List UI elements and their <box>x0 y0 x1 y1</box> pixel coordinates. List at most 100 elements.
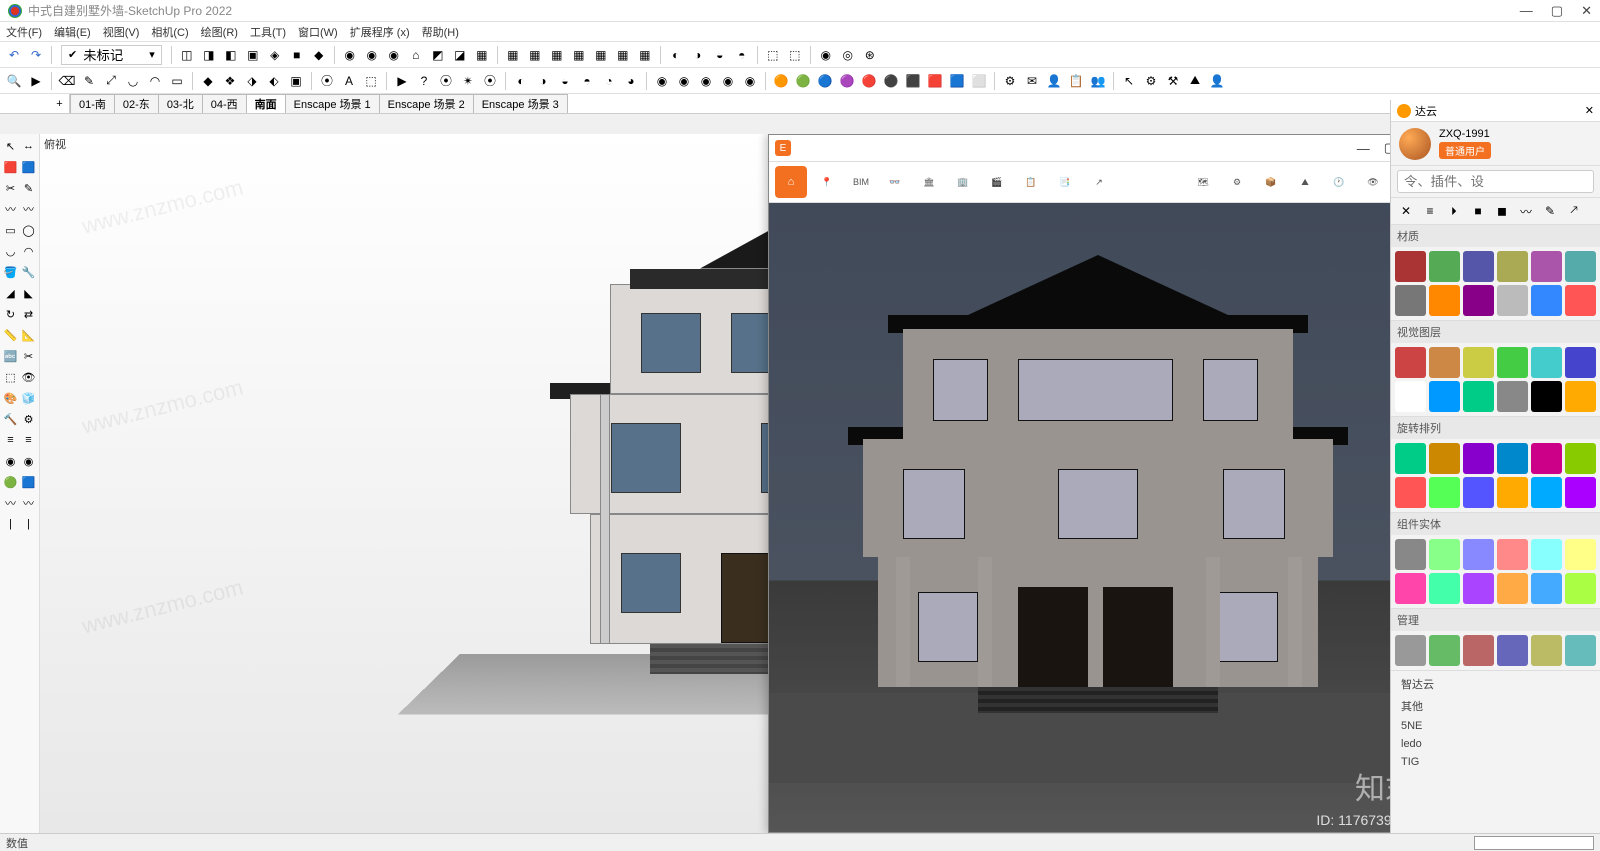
toolbar-icon[interactable]: ↖ <box>1119 71 1139 91</box>
tool-icon[interactable]: ↻ <box>2 304 19 324</box>
toolbar-icon[interactable]: ◒ <box>555 71 575 91</box>
tool-icon[interactable]: 🧊 <box>20 388 37 408</box>
swatch-button[interactable] <box>1429 285 1460 316</box>
tool-icon[interactable]: 🪣 <box>2 262 19 282</box>
toolbar-icon[interactable]: ◆ <box>198 71 218 91</box>
swatch-button[interactable] <box>1395 285 1426 316</box>
scene-tab[interactable]: Enscape 场景 1 <box>285 94 380 113</box>
toolbar-icon[interactable]: 🟥 <box>925 71 945 91</box>
tool-icon[interactable]: 🟦 <box>20 157 37 177</box>
swatch-button[interactable] <box>1565 573 1596 604</box>
toolbar-icon[interactable]: ⌂ <box>406 45 426 65</box>
toolbar-icon[interactable]: ✴ <box>458 71 478 91</box>
section-header[interactable]: 旋转排列 <box>1391 417 1600 439</box>
toolbar-icon[interactable]: ✎ <box>79 71 99 91</box>
swatch-button[interactable] <box>1463 285 1494 316</box>
swatch-button[interactable] <box>1531 381 1562 412</box>
toolbar-icon[interactable]: ✉ <box>1022 71 1042 91</box>
toolbar-icon[interactable]: ◑ <box>533 71 553 91</box>
list-item[interactable]: 智达云 <box>1391 673 1600 695</box>
swatch-button[interactable] <box>1565 539 1596 570</box>
swatch-button[interactable] <box>1463 381 1494 412</box>
toolbar-icon[interactable]: ⊛ <box>860 45 880 65</box>
menu-item[interactable]: 视图(V) <box>103 24 140 40</box>
toolbar-icon[interactable]: ◔ <box>599 71 619 91</box>
toolbar-icon[interactable]: ▦ <box>547 45 567 65</box>
tool-icon[interactable]: ⚙ <box>20 409 37 429</box>
tool-icon[interactable]: 📏 <box>2 325 19 345</box>
swatch-button[interactable] <box>1497 251 1528 282</box>
swatch-button[interactable] <box>1497 635 1528 666</box>
toolbar-icon[interactable]: ▣ <box>243 45 263 65</box>
scene-tab[interactable]: 南面 <box>246 94 286 113</box>
vcb-input[interactable] <box>1474 836 1594 850</box>
enscape-tool-icon[interactable]: 👁 <box>1359 168 1387 196</box>
enscape-tool-icon[interactable]: 📑 <box>1051 168 1079 196</box>
swatch-button[interactable] <box>1429 251 1460 282</box>
toolbar-icon[interactable]: ◉ <box>816 45 836 65</box>
toolbar-icon[interactable]: ◐ <box>666 45 686 65</box>
quick-icon[interactable]: 🞂 <box>1445 202 1463 220</box>
swatch-button[interactable] <box>1565 443 1596 474</box>
toolbar-icon[interactable]: ⬜ <box>969 71 989 91</box>
swatch-button[interactable] <box>1395 539 1426 570</box>
swatch-button[interactable] <box>1463 251 1494 282</box>
enscape-tool-icon[interactable]: 🎬 <box>983 168 1011 196</box>
tool-icon[interactable]: ✎ <box>20 178 37 198</box>
toolbar-icon[interactable]: ◆ <box>309 45 329 65</box>
toolbar-icon[interactable]: ⦿ <box>317 71 337 91</box>
toolbar-icon[interactable]: ◑ <box>688 45 708 65</box>
quick-icon[interactable]: ✕ <box>1397 202 1415 220</box>
tool-icon[interactable]: 🟢 <box>2 472 19 492</box>
swatch-button[interactable] <box>1565 285 1596 316</box>
enscape-tool-icon[interactable]: 📍 <box>813 168 841 196</box>
scene-tab[interactable]: Enscape 场景 3 <box>473 94 568 113</box>
tool-icon[interactable]: 〰 <box>2 493 19 513</box>
menu-item[interactable]: 工具(T) <box>250 24 286 40</box>
toolbar-icon[interactable]: ◉ <box>674 71 694 91</box>
toolbar-icon[interactable]: ◈ <box>265 45 285 65</box>
tool-icon[interactable]: 👁 <box>20 367 37 387</box>
swatch-button[interactable] <box>1463 539 1494 570</box>
scene-tab[interactable]: 02-东 <box>114 94 159 113</box>
menu-item[interactable]: 编辑(E) <box>54 24 91 40</box>
tool-icon[interactable]: ✂ <box>20 346 37 366</box>
quick-icon[interactable]: ■ <box>1469 202 1487 220</box>
enscape-tool-icon[interactable]: ⚙ <box>1223 168 1251 196</box>
toolbar-icon[interactable]: ◪ <box>450 45 470 65</box>
tool-icon[interactable]: 🟥 <box>2 157 19 177</box>
toolbar-icon[interactable]: ◒ <box>710 45 730 65</box>
swatch-button[interactable] <box>1497 573 1528 604</box>
toolbar-icon[interactable]: ? <box>414 71 434 91</box>
list-item[interactable]: ledo <box>1391 735 1600 753</box>
tool-icon[interactable]: 🟦 <box>20 472 37 492</box>
list-item[interactable]: TIG <box>1391 753 1600 771</box>
toolbar-icon[interactable]: ◐ <box>511 71 531 91</box>
swatch-button[interactable] <box>1565 347 1596 378</box>
tool-icon[interactable]: ⬚ <box>2 367 19 387</box>
swatch-button[interactable] <box>1429 477 1460 508</box>
toolbar-icon[interactable]: ◉ <box>740 71 760 91</box>
minimize-button[interactable]: — <box>1520 3 1533 18</box>
toolbar-icon[interactable]: ◉ <box>362 45 382 65</box>
swatch-button[interactable] <box>1497 477 1528 508</box>
swatch-button[interactable] <box>1429 635 1460 666</box>
toolbar-icon[interactable]: ⦿ <box>436 71 456 91</box>
toolbar-icon[interactable]: ◉ <box>340 45 360 65</box>
toolbar-icon[interactable]: ⬚ <box>361 71 381 91</box>
add-scene-button[interactable]: + <box>50 94 70 113</box>
toolbar-icon[interactable]: ◡ <box>123 71 143 91</box>
swatch-button[interactable] <box>1497 443 1528 474</box>
quick-icon[interactable]: ≡ <box>1421 202 1439 220</box>
enscape-tool-icon[interactable]: BIM <box>847 168 875 196</box>
menu-item[interactable]: 窗口(W) <box>298 24 338 40</box>
toolbar-icon[interactable]: ▦ <box>525 45 545 65</box>
section-header[interactable]: 管理 <box>1391 609 1600 631</box>
toolbar-icon[interactable]: ⬛ <box>903 71 923 91</box>
tool-icon[interactable]: ◡ <box>2 241 19 261</box>
scene-tab[interactable]: 01-南 <box>70 94 115 113</box>
tool-icon[interactable]: 〰 <box>2 199 19 219</box>
swatch-button[interactable] <box>1395 347 1426 378</box>
toolbar-icon[interactable]: ⚙ <box>1141 71 1161 91</box>
toolbar-icon[interactable]: ▦ <box>569 45 589 65</box>
